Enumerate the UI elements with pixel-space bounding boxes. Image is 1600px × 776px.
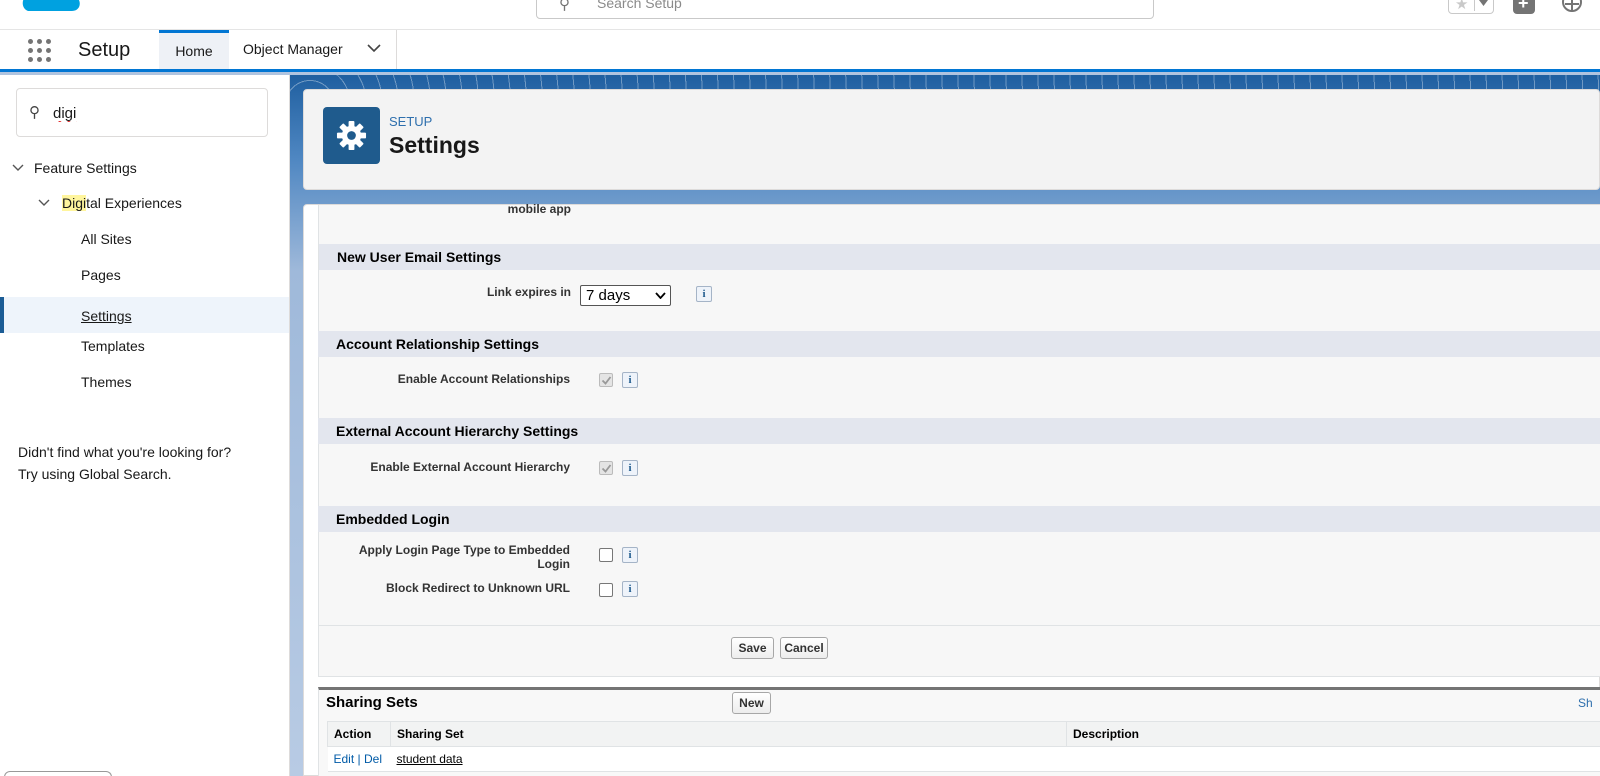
section-new-user-email: New User Email Settings [319,244,1600,270]
section-account-relationship: Account Relationship Settings [318,331,1600,357]
plus-icon: + [1518,0,1529,13]
table-header-row: Action Sharing Set Description [327,721,1600,747]
sharing-sets-list: Sharing Sets New Sh Action Sharing Set D… [318,687,1600,776]
apply-label-line2: Login [537,557,570,571]
sidebar-help-text: Didn't find what you're looking for? Try… [18,441,268,485]
column-header-sharing-set: Sharing Set [390,721,1067,747]
tree-node-settings-selected[interactable]: Settings [0,297,289,333]
global-search-placeholder: Search Setup [597,0,682,11]
tab-home[interactable]: Home [159,30,229,69]
edit-link[interactable]: Edit [334,752,355,766]
enable-external-hierarchy-label: Enable External Account Hierarchy [370,460,570,474]
delete-link[interactable]: Del [364,752,382,766]
chevron-down-icon [655,292,666,299]
favorites-dropdown[interactable] [1474,0,1492,11]
table-row: Edit | Del student data [327,746,1600,772]
sidebar-help-line1: Didn't find what you're looking for? [18,444,232,460]
info-icon[interactable]: i [622,581,638,597]
tree-node-pages[interactable]: Pages [81,267,121,283]
app-name: Setup [78,39,131,61]
block-redirect-label: Block Redirect to Unknown URL [385,581,570,595]
tree-node-feature-settings[interactable]: Feature Settings [12,160,137,176]
apply-login-page-type-label: Apply Login Page Type to Embedded Login [318,543,570,571]
tab-object-manager[interactable]: Object Manager [229,30,397,69]
trailhead-icon[interactable] [1560,0,1584,14]
info-icon[interactable]: i [622,547,638,563]
page-title: Settings [389,132,480,158]
apply-label-line1: Apply Login Page Type to Embedded [358,543,570,557]
info-icon[interactable]: i [622,460,638,476]
section-title: External Account Hierarchy Settings [336,423,579,439]
app-launcher-icon[interactable] [28,39,52,63]
sidebar-help-line2: Try using Global Search. [18,466,172,482]
search-icon: ⚲ [559,0,570,13]
sharing-sets-title: Sharing Sets [326,694,418,711]
section-title: Embedded Login [336,511,450,527]
info-icon[interactable]: i [696,286,712,302]
link-expires-value: 7 days [586,287,631,304]
sharing-set-link[interactable]: student data [397,752,463,766]
column-header-action: Action [327,721,391,747]
section-embedded-login: Embedded Login [318,506,1600,532]
section-title: New User Email Settings [337,249,502,265]
apply-login-page-type-checkbox[interactable] [599,548,613,562]
row-actions: Edit | Del [327,746,391,772]
enable-account-relationships-checkbox[interactable] [599,373,613,387]
tab-object-manager-label: Object Manager [243,41,343,57]
global-search-input[interactable]: ⚲ Search Setup [536,0,1154,19]
section-title: Account Relationship Settings [336,336,540,352]
setup-sidebar: ⚲ Feature Settings Digital Experiences A… [0,75,290,776]
chevron-down-icon[interactable] [12,164,24,172]
action-separator: | [354,752,364,766]
partial-field-label: mobile app [507,202,571,216]
salesforce-logo-icon[interactable] [18,0,84,22]
row-sharing-set-name: student data [390,746,1067,772]
enable-account-relationships-label: Enable Account Relationships [397,372,570,386]
new-sharing-set-button[interactable]: New [732,692,771,714]
checkmark-icon [601,376,612,385]
caret-down-icon [1479,0,1488,6]
enable-external-hierarchy-checkbox[interactable] [599,461,613,475]
global-actions-button[interactable]: + [1513,0,1535,14]
section-external-hierarchy: External Account Hierarchy Settings [318,418,1600,444]
column-header-description: Description [1066,721,1600,747]
tree-label-settings[interactable]: Settings [81,308,132,324]
cancel-button[interactable]: Cancel [780,637,828,659]
page-header: SETUP Settings [303,89,1600,190]
star-icon: ★ [1455,0,1469,13]
page-eyebrow: SETUP [389,114,433,129]
global-header: ⚲ Search Setup ★ + [0,0,1600,30]
tree-label: Feature Settings [34,160,137,176]
chevron-down-icon[interactable] [367,44,381,53]
sharing-sets-table: Action Sharing Set Description Edit | De… [327,721,1600,772]
link-expires-label: Link expires in [486,285,571,299]
tree-node-themes[interactable]: Themes [81,374,132,390]
gear-icon [323,107,380,164]
link-expires-select[interactable]: 7 days [580,285,671,306]
search-icon: ⚲ [29,104,40,121]
context-bar: Setup Home Object Manager [0,30,1600,72]
settings-content: mobile app New User Email Settings Link … [303,202,1600,776]
row-description [1066,746,1600,772]
info-icon[interactable]: i [622,372,638,388]
tree-node-all-sites[interactable]: All Sites [81,231,132,247]
quick-find-box: ⚲ [16,88,268,137]
block-redirect-checkbox[interactable] [599,583,613,597]
favorites-button[interactable]: ★ [1448,0,1494,14]
save-button[interactable]: Save [731,637,774,659]
tree-label: Digital Experiences [62,195,182,211]
tree-node-digital-experiences[interactable]: Digital Experiences [38,195,182,211]
utility-bar-stub[interactable] [4,771,112,776]
divider [318,625,1600,626]
quick-find-input[interactable] [53,102,253,124]
checkmark-icon [601,464,612,473]
tree-label-rest: tal Experiences [86,195,182,211]
search-highlight: Digi [62,195,87,211]
sharing-sets-help-link[interactable]: Sh [1578,696,1593,710]
chevron-down-icon[interactable] [38,199,50,207]
tree-node-templates[interactable]: Templates [81,338,145,354]
